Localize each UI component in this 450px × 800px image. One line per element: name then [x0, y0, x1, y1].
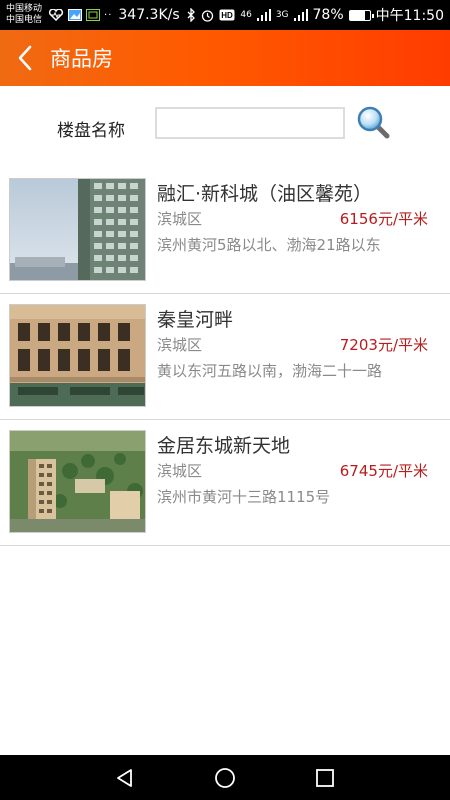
recents-square-icon	[316, 768, 334, 787]
gallery-icon	[68, 9, 83, 21]
listing-price: 6745元/平米	[339, 462, 428, 480]
listing-item[interactable]: 金居东城新天地 滨城区 6745元/平米 滨州市黄河十三路1115号	[0, 420, 450, 546]
signal-icon-2	[293, 9, 308, 21]
listing-address: 滨州市黄河十三路1115号	[157, 488, 331, 506]
shopfront-building-photo	[10, 305, 145, 406]
carrier-2: 中国电信	[6, 15, 43, 25]
tower-building-photo	[10, 179, 145, 280]
title-bar: 商品房	[0, 30, 450, 86]
back-triangle-icon	[117, 768, 132, 787]
listing-name: 融汇·新科城（油区馨苑）	[157, 183, 373, 205]
battery-percent: 78%	[312, 7, 344, 23]
listing-district: 滨城区	[157, 336, 203, 354]
magnifier-icon	[357, 106, 390, 139]
listing-price: 7203元/平米	[339, 336, 428, 354]
search-label: 楼盘名称	[57, 121, 125, 141]
bluetooth-icon	[187, 8, 196, 22]
search-input[interactable]	[155, 107, 345, 139]
svg-text:HD: HD	[222, 11, 234, 20]
signal-icon	[256, 9, 271, 21]
clock: 中午11:50	[375, 8, 444, 24]
signal-label-1: 46	[240, 9, 252, 20]
heart-rate-icon	[48, 9, 64, 21]
back-button[interactable]	[0, 30, 50, 86]
chevron-left-icon	[18, 45, 32, 71]
nav-home-button[interactable]	[205, 758, 245, 798]
hd-icon: HD	[219, 9, 235, 21]
carrier-1: 中国移动	[6, 4, 43, 14]
listing-item[interactable]: 融汇·新科城（油区馨苑） 滨城区 6156元/平米 滨州黄河5路以北、渤海21路…	[0, 168, 450, 294]
battery-fill	[349, 10, 366, 20]
sim-icon	[86, 9, 101, 21]
listing-thumbnail	[9, 304, 146, 407]
aerial-complex-rendering	[10, 431, 145, 532]
status-bar: 中国移动 中国电信 ·· 347.3K/s HD 46 3G 78% 中午11:…	[0, 0, 450, 30]
listing-district: 滨城区	[157, 210, 203, 228]
listing-item[interactable]: 秦皇河畔 滨城区 7203元/平米 黄以东河五路以南，渤海二十一路	[0, 294, 450, 420]
listing-name: 金居东城新天地	[157, 435, 291, 457]
search-row: 楼盘名称	[0, 86, 450, 166]
nav-recents-button[interactable]	[305, 758, 345, 798]
listing-list: 融汇·新科城（油区馨苑） 滨城区 6156元/平米 滨州黄河5路以北、渤海21路…	[0, 168, 450, 546]
signal-label-2: 3G	[275, 9, 289, 20]
search-button[interactable]	[355, 104, 391, 140]
listing-thumbnail	[9, 178, 146, 281]
listing-thumbnail	[9, 430, 146, 533]
alarm-icon	[202, 9, 214, 22]
page-title: 商品房	[50, 47, 113, 71]
net-speed: 347.3K/s	[118, 7, 180, 23]
listing-district: 滨城区	[157, 462, 203, 480]
system-nav-bar	[0, 755, 450, 800]
listing-address: 黄以东河五路以南，渤海二十一路	[157, 362, 383, 380]
nav-back-button[interactable]	[105, 758, 145, 798]
listing-address: 滨州黄河5路以北、渤海21路以东	[157, 236, 381, 254]
listing-price: 6156元/平米	[339, 210, 428, 228]
listing-name: 秦皇河畔	[157, 309, 234, 331]
carrier-info: 中国移动 中国电信	[6, 4, 42, 26]
battery-icon	[348, 9, 374, 21]
home-circle-icon	[215, 767, 235, 788]
